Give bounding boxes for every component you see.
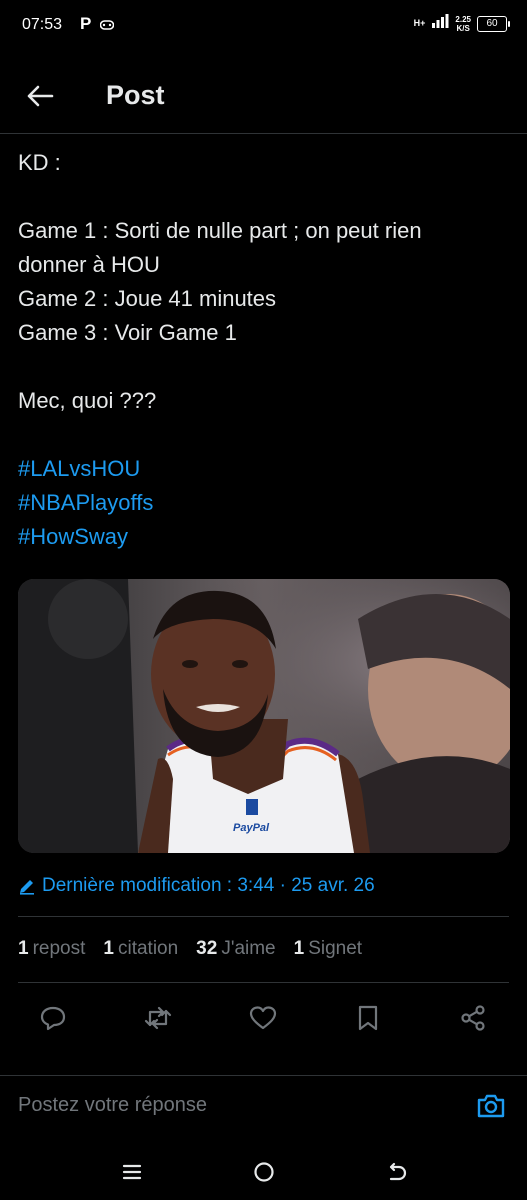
post-line: KD : [18,150,61,175]
status-time: 07:53 [22,16,63,33]
heart-icon [249,1006,277,1030]
divider [18,982,509,983]
status-bar: 07:53 P H+ 2.25 K/S 60 [0,0,527,54]
basketball-player-photo: PayPal [18,579,510,853]
back-nav-button[interactable] [382,1158,410,1186]
arrow-left-icon [27,85,54,107]
post-text: KD : Game 1 : Sorti de nulle part ; on p… [18,146,513,554]
post-line [18,418,513,452]
likes-stat[interactable]: 32 J'aime [196,938,275,960]
svg-text:PayPal: PayPal [233,822,270,834]
reply-input[interactable] [18,1094,438,1117]
repost-icon [144,1006,172,1030]
home-circle-icon [254,1162,274,1182]
post-header: Post [0,60,527,134]
gamepad-icon [99,17,115,35]
post-line [18,350,513,384]
bookmark-icon [358,1005,378,1031]
divider [18,916,509,917]
post-line: donner à HOU [18,252,160,277]
engagement-stats: 1 repost 1 citation 32 J'aime 1 Signet [18,938,362,960]
edit-history-link[interactable]: Dernière modification : 3:44 · 25 avr. 2… [18,875,375,897]
share-button[interactable] [453,998,493,1038]
post-line: Game 3 : Voir Game 1 [18,320,237,345]
battery-level: 60 [486,18,498,29]
home-button[interactable] [250,1158,278,1186]
back-button[interactable] [18,78,62,114]
hashtag-link[interactable]: #HowSway [18,520,513,554]
battery-icon: 60 [477,15,510,32]
camera-icon [477,1094,505,1118]
network-speed: 2.25 K/S [455,14,471,33]
repost-button[interactable] [138,998,178,1038]
system-nav-bar [0,1140,527,1200]
reply-icon [40,1006,66,1031]
edited-label: Dernière modification : 3:44 · 25 avr. 2… [42,875,375,896]
page-title: Post [106,80,165,110]
post-image[interactable]: PayPal [18,579,510,853]
post-line: Game 1 : Sorti de nulle part ; on peut r… [18,218,422,243]
reply-button[interactable] [33,998,73,1038]
recent-apps-button[interactable] [118,1158,146,1186]
post-line: Game 2 : Joue 41 minutes [18,286,277,311]
pencil-icon [20,880,34,895]
post-line: Mec, quoi ??? [18,388,157,413]
signal-icon [431,14,449,33]
quotes-stat[interactable]: 1 citation [103,938,178,960]
reposts-stat[interactable]: 1 repost [18,938,85,960]
reply-bar [0,1075,527,1137]
menu-icon [122,1164,142,1180]
bookmarks-stat[interactable]: 1 Signet [294,938,362,960]
status-indicators: H+ 2.25 K/S 60 [413,14,510,33]
hashtag-link[interactable]: #LALvsHOU [18,452,513,486]
share-icon [461,1005,485,1031]
hashtag-link[interactable]: #NBAPlayoffs [18,486,513,520]
bookmark-button[interactable] [348,998,388,1038]
notification-p-icon: P [80,14,92,33]
post-actions [0,998,527,1038]
network-type: H+ [413,18,426,28]
camera-button[interactable] [475,1090,507,1122]
back-nav-icon [389,1162,407,1181]
like-button[interactable] [243,998,283,1038]
post-line [18,180,513,214]
